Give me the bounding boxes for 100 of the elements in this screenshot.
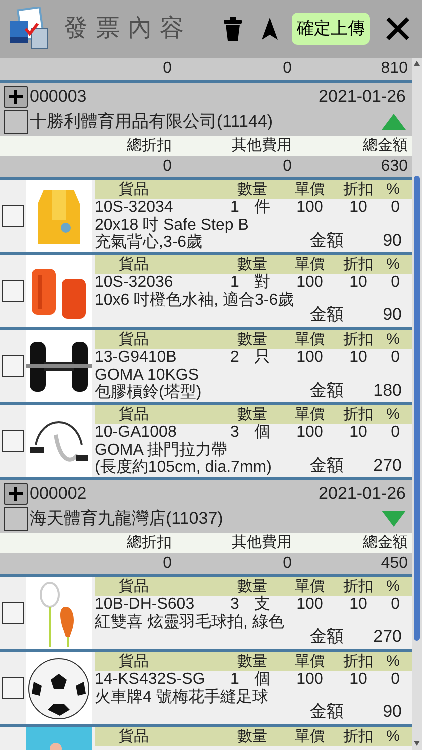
add-button[interactable] <box>4 86 28 108</box>
column-label: 數量 <box>236 405 268 424</box>
column-label: 貨品 <box>118 727 150 746</box>
unit-price: 100 <box>296 349 324 367</box>
unit-price: 100 <box>296 596 324 614</box>
column-label: 單價 <box>294 652 326 671</box>
amount-value: 90 <box>383 702 403 722</box>
amount-value: 90 <box>383 305 403 325</box>
unit-price: 100 <box>296 199 324 217</box>
upload-button[interactable]: 確定上傳 <box>292 13 370 45</box>
product-name: 充氣背心,3-6歲 <box>95 234 204 251</box>
amount-value: 270 <box>374 456 403 476</box>
checkbox[interactable] <box>2 280 24 302</box>
total-value: 0 <box>162 554 172 574</box>
plus-icon <box>9 90 23 104</box>
product-code: 10-GA1008 <box>95 424 178 442</box>
discount-percent: 0 <box>390 596 401 614</box>
amount-value: 180 <box>374 381 403 401</box>
discount: 10 <box>348 199 368 217</box>
unit: 件 <box>254 199 272 217</box>
product-name: 10x6 吋橙色水袖, 適合3-6歲 <box>95 292 296 309</box>
column-label: 其他費用 <box>231 533 292 553</box>
column-label: 數量 <box>236 330 268 349</box>
column-label: 折扣 <box>342 652 374 671</box>
checkbox[interactable] <box>2 355 24 377</box>
total-value: 0 <box>282 59 292 79</box>
column-label: 數量 <box>236 180 268 199</box>
product-code: 10S-32034 <box>95 199 174 216</box>
total-value: 0 <box>282 554 292 574</box>
column-label: % <box>386 330 401 349</box>
quantity: 1 <box>230 199 240 217</box>
amount-label: 金額 <box>310 381 344 401</box>
discount: 10 <box>348 349 368 367</box>
column-label: % <box>386 405 401 424</box>
column-label: 貨品 <box>118 577 150 596</box>
column-label: 單價 <box>294 405 326 424</box>
discount: 10 <box>348 424 368 442</box>
unit: 只 <box>254 349 272 367</box>
discount-percent: 0 <box>390 349 401 367</box>
scrollbar[interactable] <box>412 58 422 750</box>
column-label: 貨品 <box>118 255 150 274</box>
discount: 10 <box>348 671 368 689</box>
quantity: 2 <box>230 349 240 367</box>
checkbox[interactable] <box>4 507 28 531</box>
column-label: 貨品 <box>118 330 150 349</box>
navigation-arrow-icon[interactable] <box>262 18 278 40</box>
checkbox[interactable] <box>2 205 24 227</box>
amount-label: 金額 <box>310 627 344 647</box>
column-label: 折扣 <box>342 255 374 274</box>
column-label: 數量 <box>236 577 268 596</box>
column-label: 折扣 <box>342 330 374 349</box>
discount-percent: 0 <box>390 671 401 689</box>
amount-value: 270 <box>374 627 403 647</box>
scroll-down-icon[interactable] <box>414 741 420 746</box>
amount-value: 90 <box>383 231 403 251</box>
column-label: 總金額 <box>362 533 408 553</box>
scrollbar-thumb[interactable] <box>414 176 420 641</box>
invoice-number: 000003 <box>30 86 87 108</box>
checkbox[interactable] <box>2 677 24 699</box>
checkbox[interactable] <box>2 430 24 452</box>
checkbox[interactable] <box>4 110 28 134</box>
column-label: 貨品 <box>118 180 150 199</box>
discount-percent: 0 <box>390 199 401 217</box>
column-label: 折扣 <box>342 577 374 596</box>
scroll-up-icon[interactable] <box>414 61 420 66</box>
total-value: 0 <box>282 157 292 177</box>
close-icon[interactable] <box>386 17 410 41</box>
discount-percent: 0 <box>390 274 401 292</box>
invoice-date: 2021-01-26 <box>319 86 407 108</box>
column-label: 貨品 <box>118 405 150 424</box>
amount-label: 金額 <box>310 231 344 251</box>
total-value: 450 <box>380 554 408 574</box>
product-name: 包膠槓鈴(塔型) <box>95 384 203 401</box>
unit-price: 100 <box>296 424 324 442</box>
column-label: 單價 <box>294 727 326 746</box>
customer-name: 海天體育九龍灣店(11037) <box>30 508 224 530</box>
discount: 10 <box>348 274 368 292</box>
column-label: % <box>386 255 401 274</box>
product-code: 10S-32036 <box>95 274 174 292</box>
unit-price: 100 <box>296 671 324 689</box>
column-label: % <box>386 727 401 746</box>
column-label: 總金額 <box>362 136 408 156</box>
total-value: 630 <box>380 157 408 177</box>
column-label: 折扣 <box>342 405 374 424</box>
discount-percent: 0 <box>390 424 401 442</box>
add-button[interactable] <box>4 482 28 504</box>
invoice-date: 2021-01-26 <box>319 482 407 505</box>
discount: 10 <box>348 596 368 614</box>
total-value: 0 <box>162 59 172 79</box>
unit-price: 100 <box>296 274 324 292</box>
checkbox[interactable] <box>2 602 24 624</box>
amount-label: 金額 <box>310 305 344 325</box>
column-label: 數量 <box>236 255 268 274</box>
unit: 支 <box>254 596 272 614</box>
product-name: 火車牌4 號梅花手縫足球 <box>95 689 270 706</box>
customer-name: 十勝利體育用品有限公司(11144) <box>30 111 274 134</box>
product-name: GOMA 10KGS <box>95 367 200 384</box>
product-code: 13-G9410B <box>95 349 178 367</box>
trash-icon[interactable] <box>224 17 242 41</box>
product-code: 14-KS432S-SG <box>95 671 206 688</box>
